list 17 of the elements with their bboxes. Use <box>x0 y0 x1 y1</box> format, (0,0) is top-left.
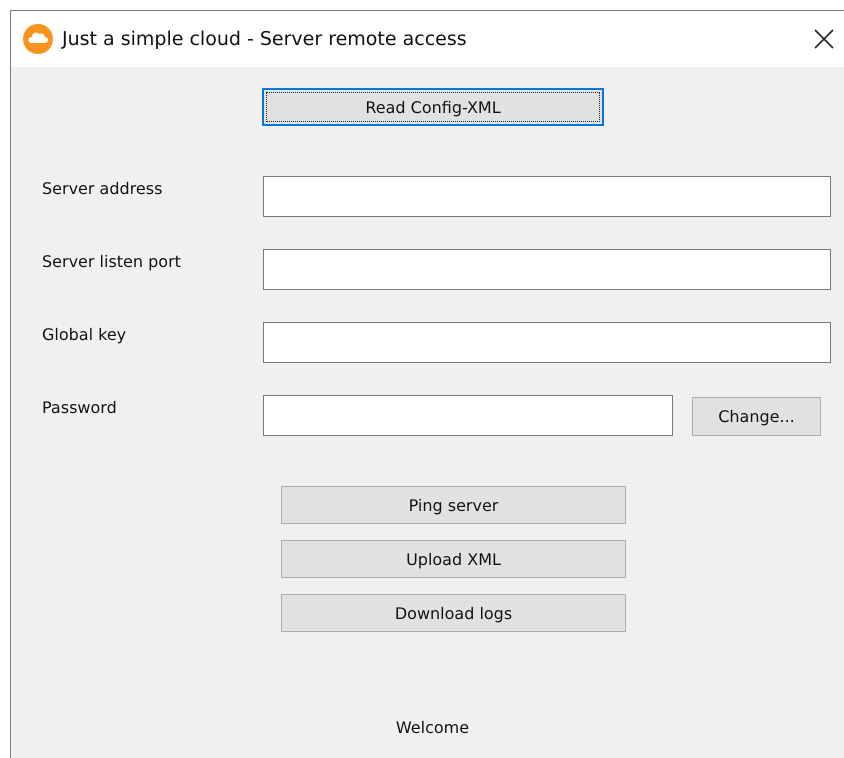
close-icon[interactable] <box>814 29 834 49</box>
change-button[interactable]: Change... <box>692 397 821 436</box>
input-field[interactable] <box>263 176 831 217</box>
window-title: Just a simple cloud - Server remote access <box>62 28 468 50</box>
action-button[interactable]: Ping server <box>281 486 626 524</box>
input-field[interactable] <box>263 249 831 290</box>
input-field[interactable] <box>263 395 673 436</box>
field-label: Server address <box>42 178 164 198</box>
read-config-button[interactable]: Read Config-XML <box>262 88 604 126</box>
action-button[interactable]: Download logs <box>281 594 626 632</box>
cloud-icon <box>23 24 53 54</box>
input-field[interactable] <box>263 322 831 363</box>
field-label: Server listen port <box>42 251 182 271</box>
field-label: Global key <box>42 324 128 344</box>
action-button[interactable]: Upload XML <box>281 540 626 578</box>
field-label: Password <box>42 397 118 417</box>
status-text: Welcome <box>396 718 470 737</box>
